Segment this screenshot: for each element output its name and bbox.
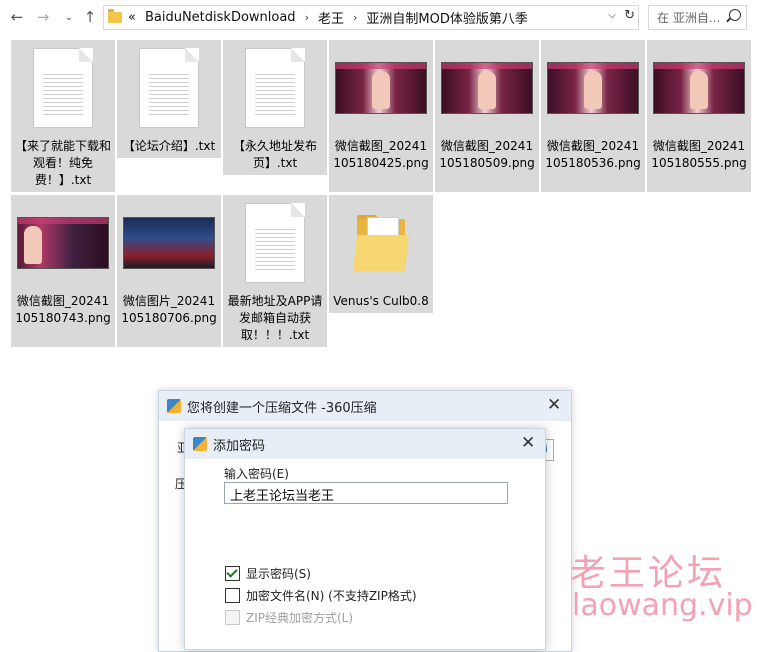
password-dialog-title: 添加密码 — [213, 438, 266, 454]
up-button[interactable]: ↑ — [79, 6, 101, 28]
image-thumbnail — [547, 62, 639, 114]
password-label: 输入密码(E) — [224, 467, 289, 481]
search-icon — [729, 9, 741, 21]
breadcrumb-item[interactable]: 亚洲自制MOD体验版第八季 — [366, 8, 527, 27]
close-icon[interactable]: ✕ — [547, 395, 561, 415]
checkbox-disabled-icon — [225, 610, 240, 625]
file-name: 最新地址及APP请发邮箱自动获取！！！.txt — [227, 294, 323, 342]
image-thumbnail — [17, 217, 109, 269]
file-name: 微信图片_20241105180706.png — [121, 294, 217, 325]
file-item[interactable]: 【来了就能下载和观看！纯免费！】.txt — [11, 40, 115, 192]
file-name: 微信截图_20241105180743.png — [15, 294, 111, 325]
show-password-checkbox[interactable]: 显示密码(S) — [225, 565, 311, 582]
breadcrumb-separator[interactable]: › — [305, 11, 309, 24]
back-button[interactable]: ← — [6, 6, 28, 28]
text-file-icon — [33, 48, 93, 128]
search-input[interactable]: 在 亚洲自... — [657, 9, 721, 26]
file-item[interactable]: 微信截图_20241105180743.png — [11, 195, 115, 347]
checkbox-label: 加密文件名(N) (不支持ZIP格式) — [246, 589, 417, 603]
arrow-left-icon: ← — [10, 8, 24, 26]
folder-icon — [108, 9, 122, 23]
breadcrumb: « BaiduNetdiskDownload › 老王 › 亚洲自制MOD体验版… — [128, 8, 528, 27]
breadcrumb-overflow[interactable]: « — [128, 10, 136, 25]
checkbox-unchecked-icon — [225, 588, 240, 603]
image-thumbnail — [653, 62, 745, 114]
image-thumbnail — [123, 217, 215, 269]
file-name: Venus's Culb0.8 — [333, 294, 429, 308]
text-file-icon — [245, 48, 305, 128]
360zip-logo-icon — [193, 437, 207, 451]
breadcrumb-item[interactable]: BaiduNetdiskDownload — [145, 10, 296, 25]
refresh-icon[interactable]: ↻ — [624, 8, 635, 23]
password-input[interactable]: 上老王论坛当老王 — [224, 482, 508, 504]
address-dropdown-icon[interactable]: ⌵ — [608, 10, 616, 21]
chevron-down-icon: ⌄ — [64, 11, 74, 23]
file-name: 微信截图_20241105180536.png — [545, 139, 641, 170]
folder-icon — [353, 213, 409, 273]
compress-dialog-titlebar: 您将创建一个压缩文件 -360压缩 — [159, 391, 571, 421]
checkbox-checked-icon — [225, 566, 240, 581]
browse-button[interactable]: i — [545, 439, 554, 461]
checkbox-label: ZIP经典加密方式(L) — [246, 611, 354, 625]
explorer-toolbar: ← → ⌄ ↑ « BaiduNetdiskDownload › 老王 › 亚洲… — [0, 0, 760, 36]
forward-button[interactable]: → — [32, 6, 54, 28]
recent-locations-button[interactable]: ⌄ — [58, 6, 80, 28]
add-password-dialog: 添加密码 ✕ 输入密码(E) 上老王论坛当老王 显示密码(S) 加密文件名(N)… — [184, 428, 546, 650]
search-box[interactable]: 在 亚洲自... — [648, 5, 747, 30]
watermark-url: laowang.vip — [572, 588, 753, 623]
text-file-icon — [139, 48, 199, 128]
image-thumbnail — [335, 62, 427, 114]
breadcrumb-item[interactable]: 老王 — [318, 8, 344, 27]
checkbox-label: 显示密码(S) — [246, 567, 311, 581]
360zip-logo-icon — [167, 399, 181, 413]
file-item[interactable]: 【论坛介绍】.txt — [117, 40, 221, 158]
file-name: 【论坛介绍】.txt — [122, 139, 216, 153]
file-name: 微信截图_20241105180425.png — [333, 139, 429, 170]
file-item[interactable]: 微信截图_20241105180555.png — [647, 40, 751, 192]
file-item[interactable]: 微信截图_20241105180509.png — [435, 40, 539, 192]
file-name: 微信截图_20241105180509.png — [439, 139, 535, 170]
address-bar[interactable]: « BaiduNetdiskDownload › 老王 › 亚洲自制MOD体验版… — [103, 5, 639, 30]
file-name: 微信截图_20241105180555.png — [651, 139, 747, 170]
close-icon[interactable]: ✕ — [521, 433, 535, 453]
text-file-icon — [245, 203, 305, 283]
encrypt-filenames-checkbox[interactable]: 加密文件名(N) (不支持ZIP格式) — [225, 587, 417, 604]
password-dialog-titlebar: 添加密码 — [185, 429, 545, 459]
file-item[interactable]: 【永久地址发布页】.txt — [223, 40, 327, 175]
file-name: 【来了就能下载和观看！纯免费！】.txt — [15, 139, 112, 187]
file-item[interactable]: 微信截图_20241105180536.png — [541, 40, 645, 192]
file-item[interactable]: 微信截图_20241105180425.png — [329, 40, 433, 192]
file-item[interactable]: 微信图片_20241105180706.png — [117, 195, 221, 347]
image-thumbnail — [441, 62, 533, 114]
file-item[interactable]: 最新地址及APP请发邮箱自动获取！！！.txt — [223, 195, 327, 347]
compress-dialog-title: 您将创建一个压缩文件 -360压缩 — [187, 400, 377, 416]
zip-classic-encryption-checkbox: ZIP经典加密方式(L) — [225, 609, 353, 626]
folder-item[interactable]: Venus's Culb0.8 — [329, 195, 433, 313]
arrow-right-icon: → — [36, 8, 50, 26]
file-name: 【永久地址发布页】.txt — [232, 139, 317, 170]
breadcrumb-separator[interactable]: › — [353, 11, 357, 24]
arrow-up-icon: ↑ — [83, 8, 97, 26]
